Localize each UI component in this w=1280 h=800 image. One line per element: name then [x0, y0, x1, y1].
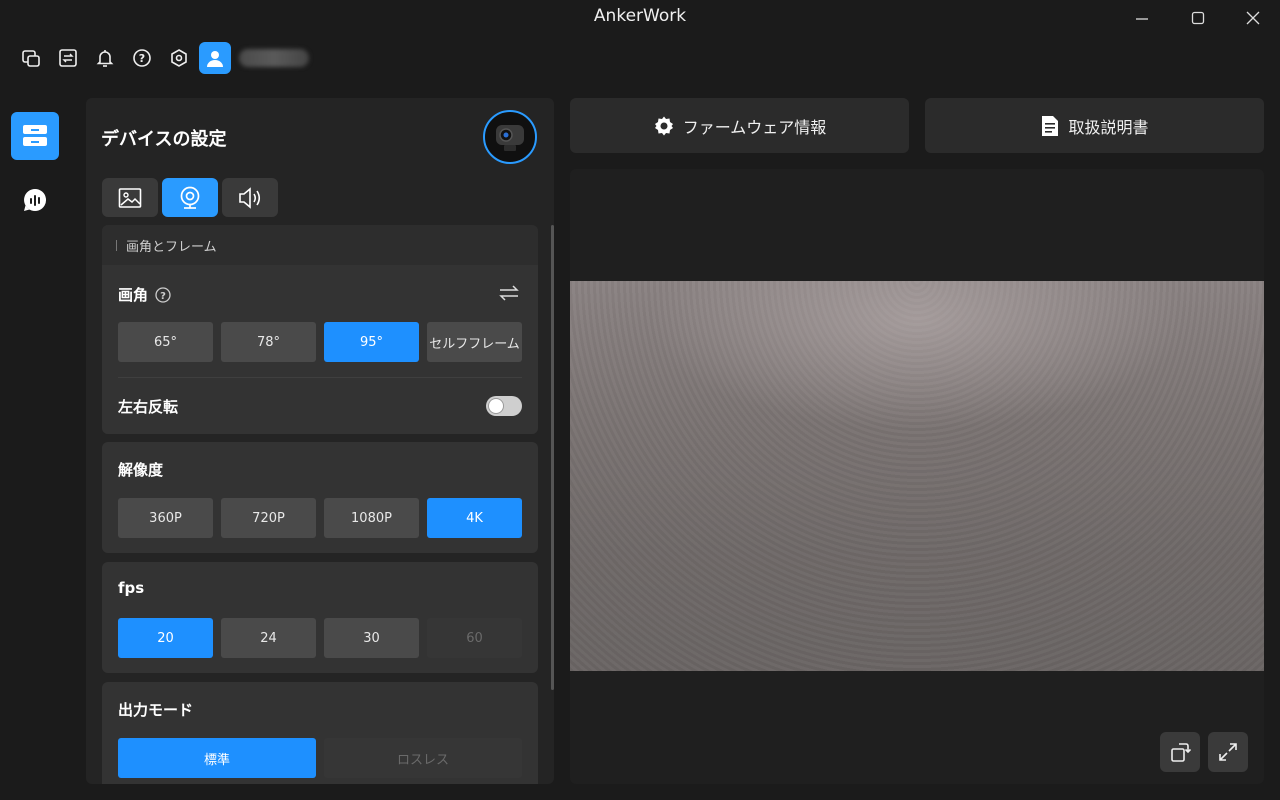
- fps-option-30[interactable]: 30: [324, 618, 419, 658]
- fov-label: 画角 ?: [118, 284, 172, 305]
- tab-image[interactable]: [102, 178, 158, 217]
- webcam-device-icon: [496, 125, 524, 151]
- tab-speaker[interactable]: [222, 178, 278, 217]
- resolution-options: 360P 720P 1080P 4K: [118, 498, 522, 538]
- document-icon: [1042, 115, 1059, 136]
- mirror-label: 左右反転: [118, 398, 179, 416]
- section-header: 画角とフレーム: [102, 225, 538, 265]
- app-title: AnkerWork: [593, 6, 687, 26]
- svg-text:?: ?: [138, 52, 144, 65]
- tab-webcam[interactable]: [162, 178, 218, 217]
- webcam-icon: [180, 186, 200, 209]
- fov-card: 画角とフレーム 画角 ? 65° 78° 95° セルフフレーム 左右反転: [102, 225, 538, 434]
- swap-button[interactable]: [49, 42, 86, 74]
- maximize-icon: [1191, 11, 1205, 25]
- fps-options: 20 24 30 60: [118, 618, 522, 658]
- nav-audio[interactable]: [11, 176, 59, 224]
- output-mode-options: 標準 ロスレス: [118, 738, 522, 778]
- resolution-option-4k[interactable]: 4K: [427, 498, 522, 538]
- resolution-card: 解像度 360P 720P 1080P 4K: [102, 442, 538, 553]
- chip-gear-icon: [654, 116, 673, 135]
- help-icon[interactable]: ?: [154, 286, 172, 304]
- settings-tabs: [102, 178, 278, 217]
- hexagon-settings-icon: [170, 49, 187, 67]
- resolution-label: 解像度: [118, 461, 164, 479]
- rotate-screen-icon: [1171, 743, 1191, 762]
- window-switch-icon: [21, 50, 40, 67]
- fps-card: fps 20 24 30 60: [102, 562, 538, 673]
- avatar[interactable]: [199, 42, 231, 74]
- section-header-bar: [116, 239, 117, 251]
- firmware-info-button[interactable]: ファームウェア情報: [570, 98, 909, 153]
- swap-icon: [58, 49, 77, 67]
- window-switch-button[interactable]: [12, 42, 49, 74]
- resolution-option-720p[interactable]: 720P: [221, 498, 316, 538]
- manual-label: 取扱説明書: [1068, 117, 1149, 137]
- fov-option-78[interactable]: 78°: [221, 322, 316, 362]
- help-button[interactable]: ?: [123, 42, 160, 74]
- firmware-info-label: ファームウェア情報: [682, 117, 827, 137]
- maximize-button[interactable]: [1175, 4, 1221, 32]
- swap-arrows-icon: [499, 285, 519, 301]
- settings-button[interactable]: [160, 42, 197, 74]
- image-icon: [118, 187, 142, 208]
- fps-option-20[interactable]: 20: [118, 618, 213, 658]
- bell-icon: [96, 50, 113, 67]
- notifications-button[interactable]: [86, 42, 123, 74]
- output-mode-card: 出力モード 標準 ロスレス: [102, 682, 538, 784]
- fov-option-95[interactable]: 95°: [324, 322, 419, 362]
- rotate-button[interactable]: [1160, 732, 1200, 772]
- panel-title: デバイスの設定: [101, 129, 227, 150]
- fov-label-text: 画角: [118, 286, 149, 304]
- help-icon: ?: [132, 49, 151, 67]
- fov-option-65[interactable]: 65°: [118, 322, 213, 362]
- device-settings-icon: [23, 125, 47, 146]
- title-bar: AnkerWork: [0, 0, 1280, 34]
- output-mode-standard[interactable]: 標準: [118, 738, 316, 778]
- device-thumbnail[interactable]: [483, 110, 537, 164]
- fullscreen-button[interactable]: [1208, 732, 1248, 772]
- divider: [118, 377, 522, 378]
- fov-options: 65° 78° 95° セルフフレーム: [118, 322, 522, 362]
- fps-label: fps: [118, 579, 145, 597]
- close-icon: [1246, 11, 1260, 25]
- swap-direction-button[interactable]: [498, 283, 520, 307]
- resolution-option-1080p[interactable]: 1080P: [324, 498, 419, 538]
- output-mode-lossless: ロスレス: [324, 738, 522, 778]
- speaker-icon: [239, 186, 261, 209]
- video-feed: [570, 281, 1264, 671]
- nav-device-settings[interactable]: [11, 112, 59, 160]
- minimize-icon: [1136, 18, 1148, 20]
- panel-scrollbar[interactable]: [551, 225, 554, 690]
- mirror-toggle[interactable]: [486, 396, 522, 416]
- device-settings-panel: デバイスの設定 画角とフレーム 画角 ? 65° 78° 95° セルフフレーム…: [86, 98, 554, 784]
- settings-scroll-area[interactable]: 画角とフレーム 画角 ? 65° 78° 95° セルフフレーム 左右反転 解像…: [102, 225, 538, 784]
- section-header-label: 画角とフレーム: [126, 239, 217, 255]
- minimize-button[interactable]: [1119, 4, 1165, 32]
- username-blurred: [239, 49, 309, 67]
- fov-option-self-frame[interactable]: セルフフレーム: [427, 322, 522, 362]
- svg-text:?: ?: [160, 291, 166, 302]
- close-button[interactable]: [1230, 4, 1276, 32]
- output-mode-label: 出力モード: [118, 701, 194, 719]
- camera-preview: [570, 169, 1264, 784]
- manual-button[interactable]: 取扱説明書: [925, 98, 1264, 153]
- resolution-option-360p[interactable]: 360P: [118, 498, 213, 538]
- audio-wave-icon: [24, 188, 47, 211]
- user-icon: [207, 51, 223, 67]
- fps-option-60: 60: [427, 618, 522, 658]
- toolbar: ?: [12, 42, 309, 74]
- fps-option-24[interactable]: 24: [221, 618, 316, 658]
- expand-icon: [1219, 743, 1237, 761]
